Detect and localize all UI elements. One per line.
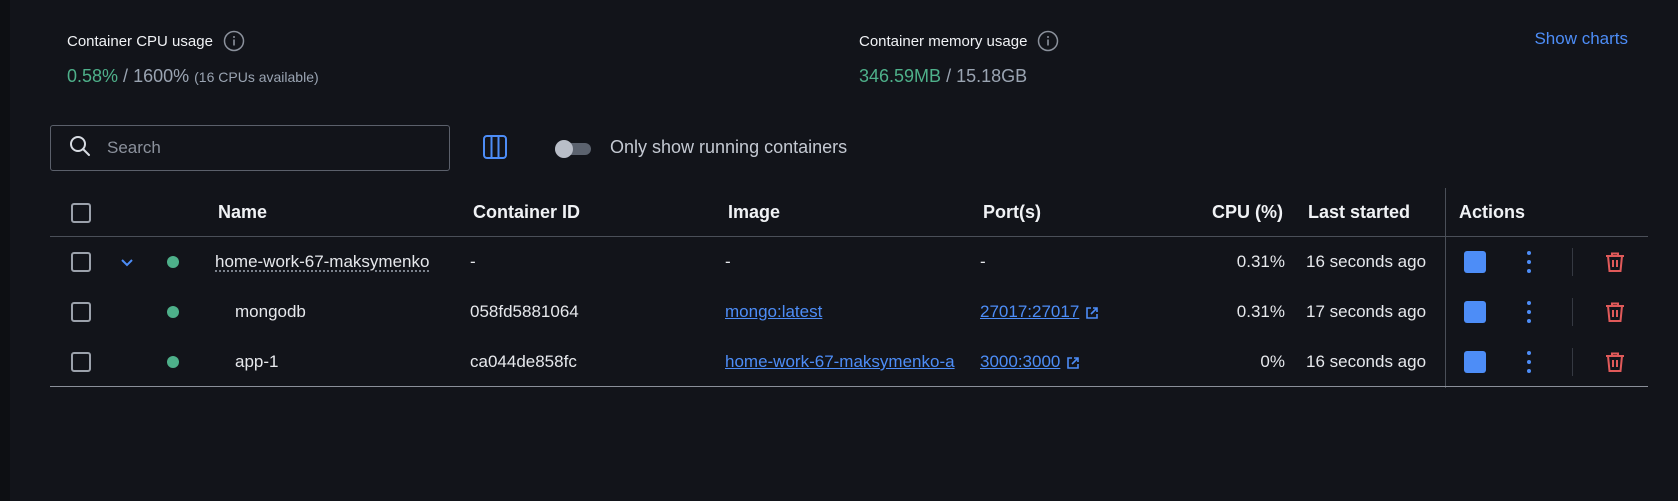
stop-icon[interactable]	[1464, 301, 1486, 323]
memory-usage-value: 346.59MB / 15.18GB	[859, 66, 1059, 87]
container-name[interactable]: home-work-67-maksymenko	[215, 237, 429, 287]
container-last-started: 16 seconds ago	[1306, 252, 1427, 271]
memory-used: 346.59MB	[859, 66, 942, 86]
info-icon[interactable]	[1037, 30, 1059, 52]
search-box[interactable]	[50, 125, 450, 171]
search-icon	[69, 135, 91, 162]
container-cpu: 0%	[1260, 352, 1285, 371]
containers-table: Name Container ID Image Port(s) CPU (%) …	[50, 188, 1648, 388]
memory-usage-stat: Container memory usage 346.59MB / 15.18G…	[859, 30, 1059, 87]
container-ports: -	[980, 252, 986, 271]
trash-icon[interactable]	[1604, 237, 1626, 287]
container-image-link[interactable]: mongo:latest	[725, 287, 822, 337]
table-row[interactable]: home-work-67-maksymenko - - - 0.31% 16 s…	[50, 237, 1648, 287]
col-actions: Actions	[1459, 202, 1526, 222]
show-charts-link[interactable]: Show charts	[1534, 29, 1628, 49]
container-id: -	[470, 252, 476, 271]
left-edge	[0, 0, 10, 501]
cpu-usage-value: 0.58% / 1600% (16 CPUs available)	[67, 66, 319, 87]
columns-icon[interactable]	[482, 134, 508, 160]
running-only-label: Only show running containers	[610, 137, 848, 157]
running-status-dot	[167, 306, 179, 318]
actions-separator	[1572, 248, 1573, 276]
more-vertical-icon[interactable]	[1526, 301, 1532, 323]
container-cpu: 0.31%	[1236, 302, 1285, 321]
container-name[interactable]: app-1	[235, 337, 278, 387]
toggle-knob	[555, 140, 573, 158]
cpu-sep: /	[118, 66, 134, 86]
external-link-icon[interactable]	[1066, 355, 1080, 369]
memory-total: 15.18GB	[956, 66, 1028, 86]
more-vertical-icon[interactable]	[1526, 351, 1532, 373]
stop-icon[interactable]	[1464, 251, 1486, 273]
cpu-usage-label: Container CPU usage	[67, 32, 213, 50]
row-checkbox[interactable]	[71, 352, 91, 372]
col-ports[interactable]: Port(s)	[983, 188, 1041, 237]
col-container-id[interactable]: Container ID	[473, 188, 580, 237]
more-vertical-icon[interactable]	[1526, 251, 1532, 273]
col-name[interactable]: Name	[218, 188, 267, 237]
container-last-started: 17 seconds ago	[1306, 302, 1427, 321]
memory-sep: /	[941, 66, 957, 86]
col-last-started[interactable]: Last started	[1308, 188, 1410, 237]
container-name[interactable]: mongodb	[235, 287, 306, 337]
table-row[interactable]: app-1 ca044de858fc home-work-67-maksymen…	[50, 337, 1648, 387]
trash-icon[interactable]	[1604, 337, 1626, 387]
external-link-icon[interactable]	[1085, 305, 1099, 319]
running-only-toggle[interactable]	[555, 140, 591, 158]
container-image: -	[725, 252, 731, 271]
cpu-total: 1600%	[133, 66, 190, 86]
memory-usage-label: Container memory usage	[859, 32, 1028, 50]
actions-separator	[1572, 298, 1573, 326]
trash-icon[interactable]	[1604, 287, 1626, 337]
actions-separator	[1572, 348, 1573, 376]
search-input[interactable]	[107, 138, 427, 158]
info-icon[interactable]	[223, 30, 245, 52]
col-cpu[interactable]: CPU (%)	[1170, 188, 1283, 237]
container-cpu: 0.31%	[1236, 252, 1285, 271]
container-last-started: 16 seconds ago	[1306, 352, 1427, 371]
cpu-used: 0.58%	[67, 66, 119, 86]
container-ports-link[interactable]: 3000:3000	[980, 352, 1060, 372]
table-row[interactable]: mongodb 058fd5881064 mongo:latest 27017:…	[50, 287, 1648, 337]
cpu-note: (16 CPUs available)	[194, 69, 319, 85]
container-id: ca044de858fc	[470, 352, 577, 371]
row-checkbox[interactable]	[71, 302, 91, 322]
cpu-usage-stat: Container CPU usage 0.58% / 1600% (16 CP…	[67, 30, 319, 87]
container-ports-link[interactable]: 27017:27017	[980, 302, 1079, 322]
running-status-dot	[167, 256, 179, 268]
stop-icon[interactable]	[1464, 351, 1486, 373]
chevron-down-icon[interactable]	[120, 237, 134, 287]
col-image[interactable]: Image	[728, 188, 780, 237]
table-header: Name Container ID Image Port(s) CPU (%) …	[50, 188, 1648, 237]
row-checkbox[interactable]	[71, 252, 91, 272]
container-image-link[interactable]: home-work-67-maksymenko-a	[725, 337, 970, 387]
select-all-checkbox[interactable]	[71, 202, 91, 223]
container-id: 058fd5881064	[470, 302, 579, 321]
running-status-dot	[167, 356, 179, 368]
